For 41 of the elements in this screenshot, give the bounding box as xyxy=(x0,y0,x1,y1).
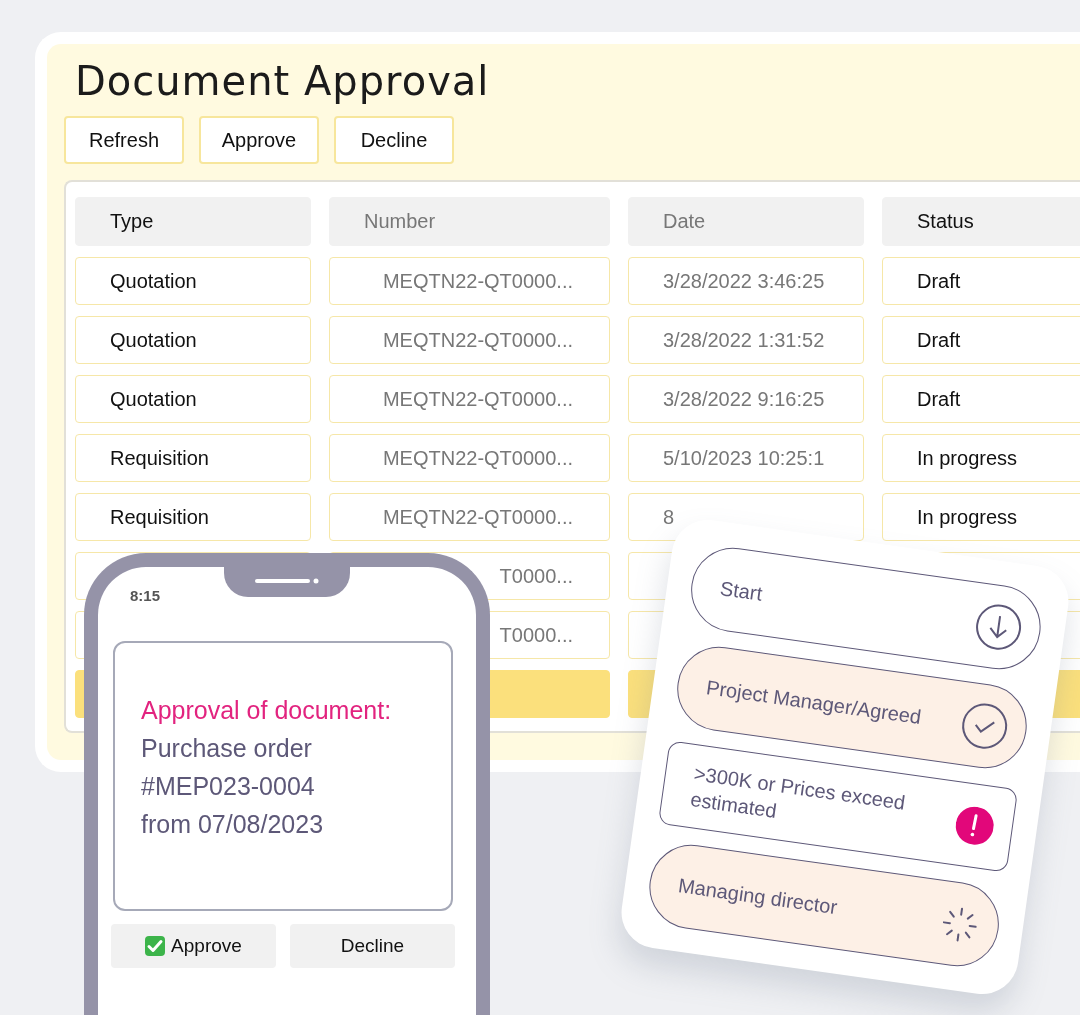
speaker-icon xyxy=(254,578,320,584)
table-cell: MEQTN22-QT0000... xyxy=(329,434,610,482)
toolbar-button[interactable]: Decline xyxy=(334,116,454,164)
message-line: from 07/08/2023 xyxy=(141,809,325,840)
table-cell: Requisition xyxy=(75,434,311,482)
table-cell: Draft xyxy=(882,316,1080,364)
check-box-icon xyxy=(145,936,166,956)
table-cell: MEQTN22-QT0000... xyxy=(329,257,610,305)
toolbar-button[interactable]: Approve xyxy=(199,116,319,164)
table-cell: Quotation xyxy=(75,257,311,305)
step-label: >300K or Prices exceed estimated xyxy=(688,761,908,824)
table-cell: 3/28/2022 1:31:52 xyxy=(628,316,864,364)
step-label: Managing director xyxy=(676,873,839,921)
step-label: Project Manager/Agreed xyxy=(704,675,923,731)
message-line: Purchase order xyxy=(141,733,313,764)
table-cell: Requisition xyxy=(75,493,311,541)
message-line: #MEP023-0004 xyxy=(141,771,316,802)
exclamation-icon xyxy=(953,804,997,848)
approve-button[interactable]: Approve xyxy=(111,924,276,968)
table-cell: Quotation xyxy=(75,316,311,364)
column-header[interactable]: Status xyxy=(882,197,1080,246)
table-cell: MEQTN22-QT0000... xyxy=(329,316,610,364)
column-header[interactable]: Type xyxy=(75,197,311,246)
table-cell: In progress xyxy=(882,493,1080,541)
toolbar-button[interactable]: Refresh xyxy=(64,116,184,164)
table-cell: Draft xyxy=(882,257,1080,305)
clock-time: 8:15 xyxy=(130,587,161,604)
column-header[interactable]: Date xyxy=(628,197,864,246)
table-cell: 5/10/2023 10:25:1 xyxy=(628,434,864,482)
table-cell: 3/28/2022 9:16:25 xyxy=(628,375,864,423)
table-cell: Draft xyxy=(882,375,1080,423)
table-cell: In progress xyxy=(882,434,1080,482)
window-title: Document Approval xyxy=(75,58,491,104)
decline-button[interactable]: Decline xyxy=(290,924,455,968)
table-cell: Quotation xyxy=(75,375,311,423)
message-heading: Approval of document: xyxy=(141,695,393,726)
table-cell: MEQTN22-QT0000... xyxy=(329,493,610,541)
column-header[interactable]: Number xyxy=(329,197,610,246)
table-cell: MEQTN22-QT0000... xyxy=(329,375,610,423)
step-label: Start xyxy=(718,576,764,607)
table-cell: 3/28/2022 3:46:25 xyxy=(628,257,864,305)
